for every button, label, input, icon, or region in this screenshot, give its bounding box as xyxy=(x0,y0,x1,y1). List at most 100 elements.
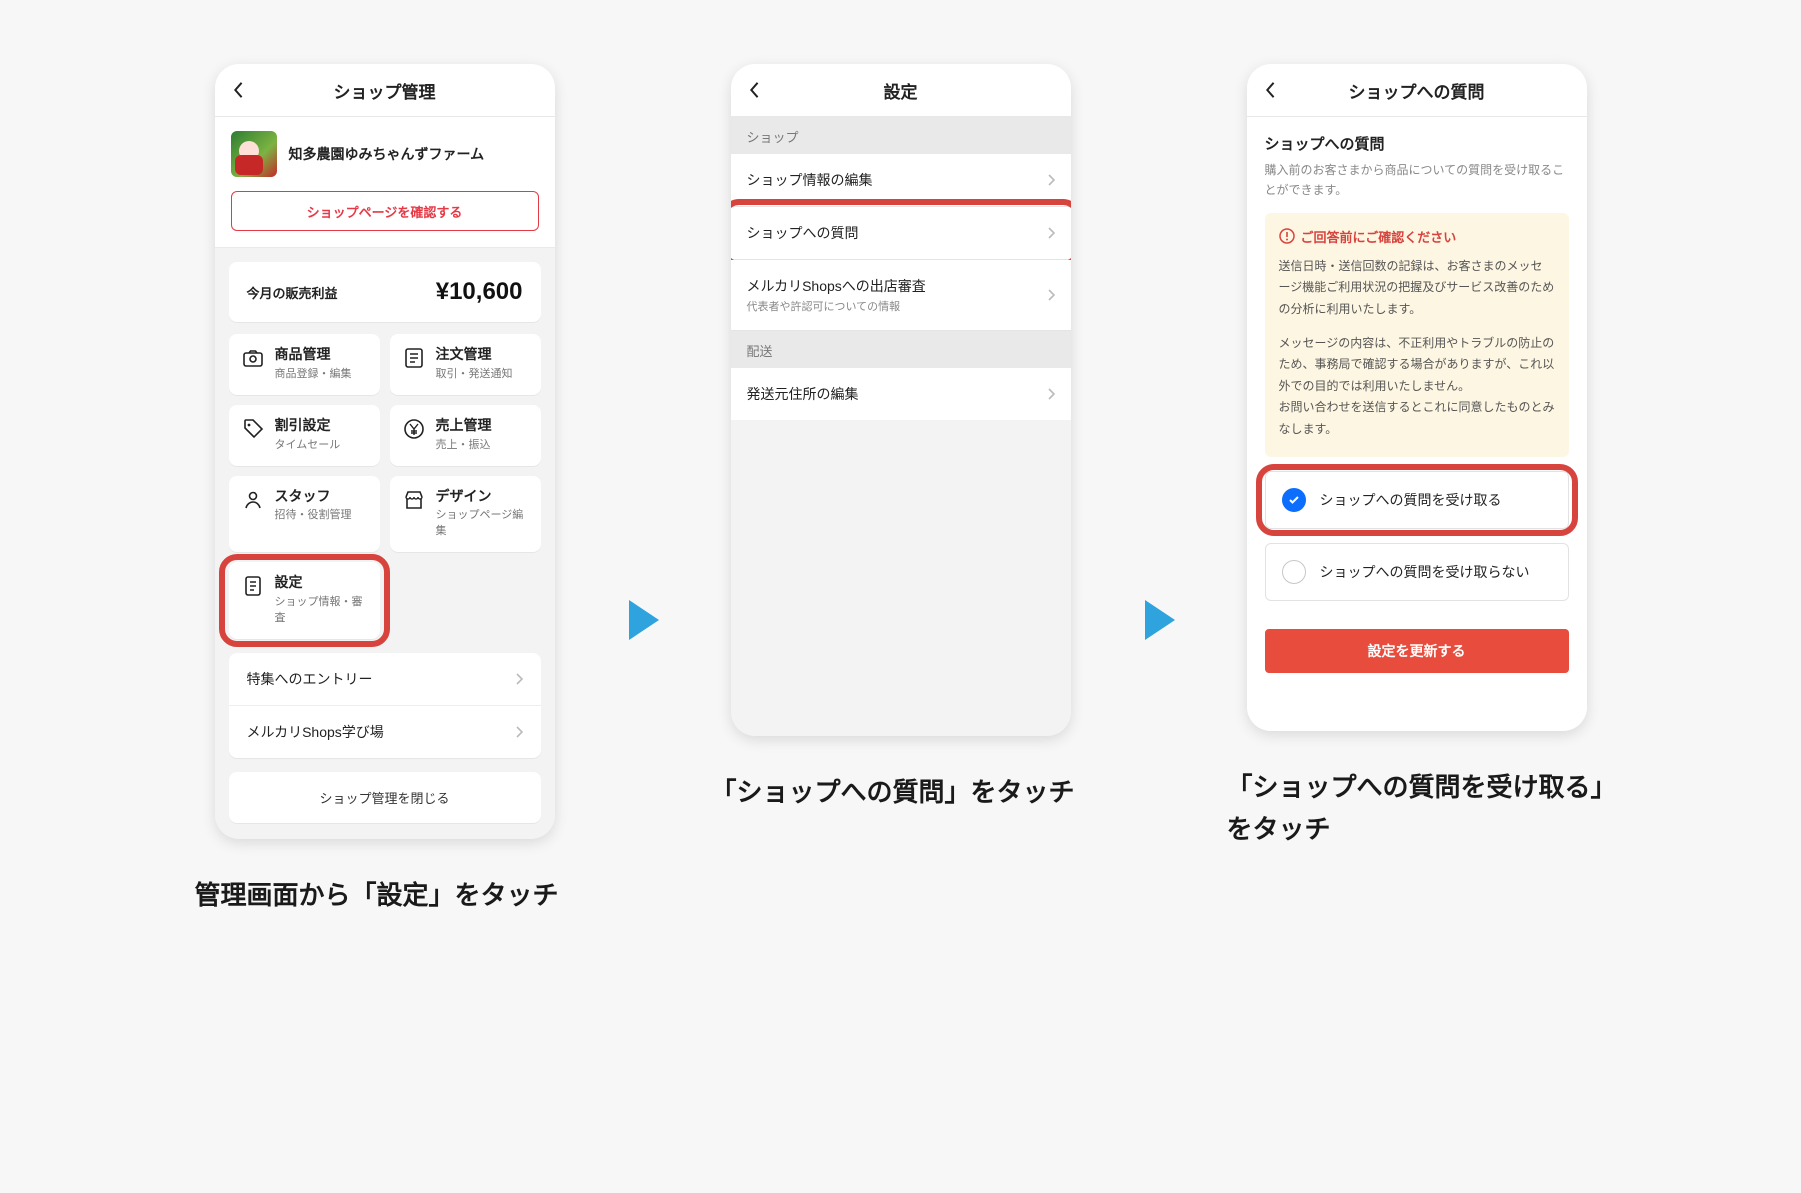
shop-body: 今月の販売利益 ¥10,600 商品管理商品登録・編集 注文管理取引・発送通知 … xyxy=(215,248,555,839)
shop-header: 知多農園ゆみちゃんずファーム ショップページを確認する xyxy=(215,117,555,248)
row-label: ショップへの質問 xyxy=(747,223,859,243)
tile-title: 注文管理 xyxy=(436,346,513,363)
tile-sub: ショップ情報・審査 xyxy=(275,593,368,625)
row-sub: 代表者や許認可についての情報 xyxy=(747,298,926,314)
screen-title: ショップ管理 xyxy=(334,78,436,103)
chevron-right-icon xyxy=(515,726,523,738)
tile-settings[interactable]: 設定ショップ情報・審査 xyxy=(229,562,380,639)
tile-sales[interactable]: 売上管理売上・振込 xyxy=(390,405,541,466)
camera-icon xyxy=(241,346,265,370)
notice-title-text: ご回答前にご確認ください xyxy=(1301,227,1457,246)
tile-title: デザイン xyxy=(436,488,529,505)
phone-shop-admin: ショップ管理 知多農園ゆみちゃんずファーム ショップページを確認する 今月の販売… xyxy=(215,64,555,839)
notice-body-1: 送信日時・送信回数の記録は、お客さまのメッセージ機能ご利用状況の把握及びサービス… xyxy=(1279,256,1555,321)
row-label: ショップ情報の編集 xyxy=(747,170,873,190)
close-admin-button[interactable]: ショップ管理を閉じる xyxy=(229,772,541,823)
caption-3: 「ショップへの質問を受け取る」をタッチ xyxy=(1227,767,1607,850)
tile-grid: 商品管理商品登録・編集 注文管理取引・発送通知 割引設定タイムセール 売上管理売… xyxy=(229,334,541,639)
back-button[interactable] xyxy=(229,81,247,99)
back-button[interactable] xyxy=(1261,81,1279,99)
shop-row: 知多農園ゆみちゃんずファーム xyxy=(231,131,539,177)
tile-products[interactable]: 商品管理商品登録・編集 xyxy=(229,334,380,395)
play-arrow-icon xyxy=(1139,596,1179,644)
document-icon xyxy=(241,574,265,598)
profit-card: 今月の販売利益 ¥10,600 xyxy=(229,262,541,322)
person-icon xyxy=(241,488,265,512)
row-label: メルカリShops学び場 xyxy=(247,722,384,742)
row-entry[interactable]: 特集へのエントリー xyxy=(229,653,541,705)
tile-sub: 商品登録・編集 xyxy=(275,365,352,381)
play-arrow-icon xyxy=(623,596,663,644)
row-ship-origin[interactable]: 発送元住所の編集 xyxy=(731,368,1071,420)
list-icon xyxy=(402,346,426,370)
row-label: 特集へのエントリー xyxy=(247,669,373,689)
step-3-column: ショップへの質問 ショップへの質問 購入前のお客さまから商品についての質問を受け… xyxy=(1227,64,1607,850)
section-shipping: 配送 xyxy=(731,331,1071,368)
phone-question-setting: ショップへの質問 ショップへの質問 購入前のお客さまから商品についての質問を受け… xyxy=(1247,64,1587,731)
tile-staff[interactable]: スタッフ招待・役割管理 xyxy=(229,476,380,553)
phone-settings: 設定 ショップ ショップ情報の編集 ショップへの質問 メルカリShopsへの出店… xyxy=(731,64,1071,736)
chevron-left-icon xyxy=(748,81,760,99)
profit-label: 今月の販売利益 xyxy=(247,283,338,302)
back-button[interactable] xyxy=(745,81,763,99)
tile-title: 設定 xyxy=(275,574,368,591)
info-icon xyxy=(1279,228,1295,244)
tile-title: 商品管理 xyxy=(275,346,352,363)
tile-discount[interactable]: 割引設定タイムセール xyxy=(229,405,380,466)
screen-title: ショップへの質問 xyxy=(1349,78,1485,103)
tile-sub: 取引・発送通知 xyxy=(436,365,513,381)
row-study[interactable]: メルカリShops学び場 xyxy=(229,705,541,758)
notice-title: ご回答前にご確認ください xyxy=(1279,227,1555,246)
caption-2: 「ショップへの質問」をタッチ xyxy=(711,772,1091,814)
section-shop: ショップ xyxy=(731,117,1071,154)
radio-label: ショップへの質問を受け取る xyxy=(1320,490,1502,510)
tile-design[interactable]: デザインショップページ編集 xyxy=(390,476,541,553)
question-body: ショップへの質問 購入前のお客さまから商品についての質問を受け取ることができます… xyxy=(1247,117,1587,731)
storefront-icon xyxy=(402,488,426,512)
row-label: メルカリShopsへの出店審査 xyxy=(747,276,926,296)
chevron-right-icon xyxy=(1047,174,1055,186)
flow-arrow-1 xyxy=(623,596,663,644)
caption-1: 管理画面から「設定」をタッチ xyxy=(195,875,575,917)
chevron-right-icon xyxy=(515,673,523,685)
nav-list: 特集へのエントリー メルカリShops学び場 xyxy=(229,653,541,758)
view-shoppage-button[interactable]: ショップページを確認する xyxy=(231,191,539,231)
shop-name: 知多農園ゆみちゃんずファーム xyxy=(289,144,485,164)
radio-checked-icon xyxy=(1282,488,1306,512)
row-shop-edit[interactable]: ショップ情報の編集 xyxy=(731,154,1071,207)
profit-value: ¥10,600 xyxy=(436,278,523,306)
screen-title: 設定 xyxy=(884,78,918,103)
radio-label: ショップへの質問を受け取らない xyxy=(1320,562,1530,582)
tutorial-stage: ショップ管理 知多農園ゆみちゃんずファーム ショップページを確認する 今月の販売… xyxy=(0,0,1801,997)
notice-body-2: メッセージの内容は、不正利用やトラブルの防止のため、事務局で確認する場合がありま… xyxy=(1279,333,1555,441)
step-2-column: 設定 ショップ ショップ情報の編集 ショップへの質問 メルカリShopsへの出店… xyxy=(711,64,1091,814)
row-shop-question[interactable]: ショップへの質問 xyxy=(731,207,1071,260)
row-label: 発送元住所の編集 xyxy=(747,384,859,404)
radio-reject[interactable]: ショップへの質問を受け取らない xyxy=(1265,543,1569,601)
shop-avatar xyxy=(231,131,277,177)
yen-icon xyxy=(402,417,426,441)
notice-panel: ご回答前にご確認ください 送信日時・送信回数の記録は、お客さまのメッセージ機能ご… xyxy=(1265,213,1569,457)
titlebar: ショップへの質問 xyxy=(1247,64,1587,117)
update-settings-button[interactable]: 設定を更新する xyxy=(1265,629,1569,673)
chevron-right-icon xyxy=(1047,227,1055,239)
tile-title: 売上管理 xyxy=(436,417,492,434)
titlebar: ショップ管理 xyxy=(215,64,555,117)
tile-sub: タイムセール xyxy=(275,436,341,452)
tile-sub: 売上・振込 xyxy=(436,436,492,452)
row-shop-review[interactable]: メルカリShopsへの出店審査 代表者や許認可についての情報 xyxy=(731,260,1071,331)
flow-arrow-2 xyxy=(1139,596,1179,644)
tile-title: 割引設定 xyxy=(275,417,341,434)
section-heading: ショップへの質問 xyxy=(1265,133,1569,154)
tile-title: スタッフ xyxy=(275,488,352,505)
chevron-right-icon xyxy=(1047,289,1055,301)
tile-sub: ショップページ編集 xyxy=(436,506,529,538)
chevron-right-icon xyxy=(1047,388,1055,400)
chevron-left-icon xyxy=(232,81,244,99)
tile-orders[interactable]: 注文管理取引・発送通知 xyxy=(390,334,541,395)
radio-unchecked-icon xyxy=(1282,560,1306,584)
chevron-left-icon xyxy=(1264,81,1276,99)
radio-accept[interactable]: ショップへの質問を受け取る xyxy=(1265,471,1569,529)
tile-sub: 招待・役割管理 xyxy=(275,506,352,522)
tag-icon xyxy=(241,417,265,441)
